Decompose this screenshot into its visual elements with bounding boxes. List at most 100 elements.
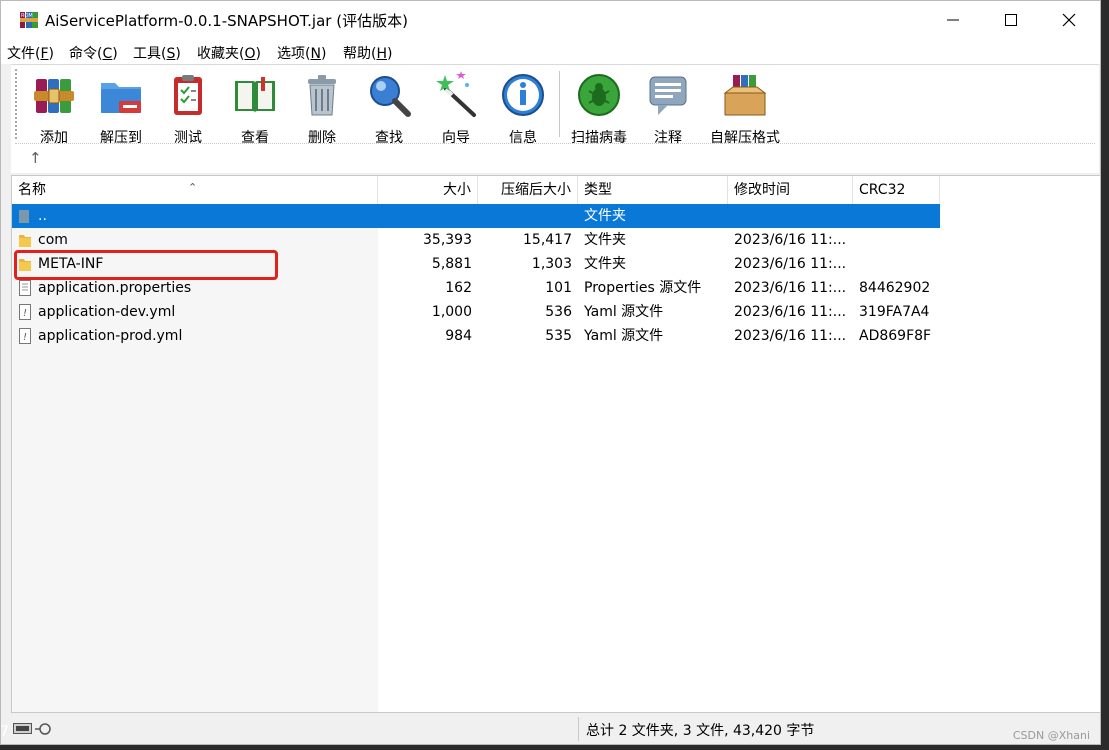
maximize-button[interactable] bbox=[982, 1, 1040, 38]
add-button[interactable]: 添加 bbox=[22, 71, 86, 147]
yaml-file-icon: ! bbox=[19, 328, 31, 344]
extract-to-button[interactable]: 解压到 bbox=[89, 71, 153, 147]
status-divider bbox=[578, 717, 579, 741]
self-extract-box-icon bbox=[723, 75, 767, 116]
up-folder-icon[interactable]: ↑ bbox=[29, 149, 42, 167]
toolbar-grip bbox=[15, 69, 19, 139]
extract-to-label: 解压到 bbox=[100, 130, 142, 146]
trash-can-icon bbox=[308, 75, 336, 116]
file-name: com bbox=[38, 232, 68, 248]
column-header-name-label: 名称 bbox=[18, 182, 46, 198]
column-header-type-label: 类型 bbox=[584, 182, 612, 198]
svg-text:!: ! bbox=[23, 332, 27, 343]
table-row[interactable]: ! application-prod.yml 984 535 Yaml 源文件 … bbox=[12, 324, 940, 348]
file-size: 5,881 bbox=[431, 256, 472, 272]
menu-help[interactable]: 帮助(H) bbox=[343, 43, 392, 63]
find-label: 查找 bbox=[375, 130, 403, 146]
info-button[interactable]: 信息 bbox=[491, 71, 555, 147]
sfx-label: 自解压格式 bbox=[710, 130, 780, 146]
column-header-modified-label: 修改时间 bbox=[734, 182, 790, 198]
file-packed: 15,417 bbox=[523, 232, 572, 248]
status-icons bbox=[13, 723, 51, 735]
file-list: 名称 ⌃ 大小 压缩后大小 类型 修改时间 CRC32 .. 文件夹 com 3… bbox=[11, 175, 1100, 713]
toolbar-divider bbox=[15, 143, 1095, 144]
file-crc: 84462902 bbox=[859, 280, 931, 296]
file-packed: 535 bbox=[545, 328, 572, 344]
menu-options[interactable]: 选项(N) bbox=[277, 43, 326, 63]
toolbar: 添加 解压到 测试 查看 删除 查找 向导 信息 扫描病毒 注释 自解压格式 ↑ bbox=[11, 64, 1099, 173]
svg-text:!: ! bbox=[23, 308, 27, 319]
scan-virus-label: 扫描病毒 bbox=[571, 130, 627, 146]
file-packed: 536 bbox=[545, 304, 572, 320]
add-archive-icon bbox=[34, 79, 74, 113]
file-modified: 2023/6/16 11:... bbox=[734, 328, 847, 344]
minimize-button[interactable] bbox=[924, 1, 982, 38]
file-size: 35,393 bbox=[423, 232, 472, 248]
file-packed bbox=[478, 204, 572, 228]
view-button[interactable]: 查看 bbox=[223, 71, 287, 147]
delete-label: 删除 bbox=[308, 130, 336, 146]
close-icon bbox=[1062, 13, 1076, 26]
comment-label: 注释 bbox=[654, 130, 682, 146]
table-row[interactable]: .. 文件夹 bbox=[12, 204, 940, 228]
file-type: Yaml 源文件 bbox=[584, 328, 664, 344]
status-summary: 总计 2 文件夹, 3 文件, 43,420 字节 bbox=[586, 723, 815, 739]
scan-virus-button[interactable]: 扫描病毒 bbox=[567, 71, 631, 147]
find-button[interactable]: 查找 bbox=[357, 71, 421, 147]
file-packed: 101 bbox=[545, 280, 572, 296]
file-modified: 2023/6/16 11:... bbox=[734, 256, 847, 272]
file-crc: AD869F8F bbox=[859, 328, 932, 344]
winrar-app-icon: ROM bbox=[20, 12, 38, 28]
file-size: 162 bbox=[445, 280, 472, 296]
comment-bubble-icon bbox=[649, 76, 687, 115]
menu-file[interactable]: 文件(F) bbox=[7, 43, 54, 63]
table-row[interactable]: ! application-dev.yml 1,000 536 Yaml 源文件… bbox=[12, 300, 940, 324]
table-row[interactable]: com 35,393 15,417 文件夹 2023/6/16 11:... bbox=[12, 228, 940, 252]
file-modified: 2023/6/16 11:... bbox=[734, 304, 847, 320]
view-label: 查看 bbox=[241, 130, 269, 146]
parent-folder-icon bbox=[19, 210, 29, 223]
test-clipboard-icon bbox=[174, 75, 202, 115]
column-header-name[interactable]: 名称 ⌃ bbox=[12, 176, 378, 204]
column-header-modified[interactable]: 修改时间 bbox=[728, 176, 853, 204]
yaml-file-icon: ! bbox=[19, 304, 31, 320]
virus-scan-icon bbox=[578, 74, 620, 116]
test-button[interactable]: 测试 bbox=[156, 71, 220, 147]
file-size bbox=[378, 204, 472, 228]
file-type: Properties 源文件 bbox=[584, 280, 702, 296]
highlight-annotation bbox=[14, 250, 278, 280]
sfx-button[interactable]: 自解压格式 bbox=[707, 71, 783, 147]
toolbar-separator bbox=[559, 71, 560, 137]
file-modified: 2023/6/16 11:... bbox=[734, 280, 847, 296]
svg-text:ROM: ROM bbox=[21, 13, 33, 19]
text-file-icon bbox=[19, 280, 31, 296]
menu-favorites[interactable]: 收藏夹(O) bbox=[197, 43, 261, 63]
menu-commands[interactable]: 命令(C) bbox=[69, 43, 118, 63]
test-label: 测试 bbox=[174, 130, 202, 146]
magnifier-icon bbox=[370, 76, 411, 117]
sort-ascending-icon: ⌃ bbox=[188, 181, 198, 194]
close-button[interactable] bbox=[1040, 1, 1098, 38]
status-bar: 总计 2 文件夹, 3 文件, 43,420 字节 CSDN @Xhani bbox=[1, 714, 1100, 744]
file-name: .. bbox=[38, 208, 47, 224]
delete-button[interactable]: 删除 bbox=[290, 71, 354, 147]
file-name: application-prod.yml bbox=[38, 328, 183, 344]
magic-wand-icon bbox=[436, 71, 476, 117]
wizard-button[interactable]: 向导 bbox=[424, 71, 488, 147]
file-modified: 2023/6/16 11:... bbox=[734, 232, 847, 248]
add-label: 添加 bbox=[40, 130, 68, 146]
comment-button[interactable]: 注释 bbox=[636, 71, 700, 147]
maximize-icon bbox=[1005, 13, 1017, 26]
file-packed: 1,303 bbox=[531, 256, 572, 272]
column-header-size[interactable]: 大小 bbox=[378, 176, 478, 204]
wizard-label: 向导 bbox=[442, 130, 470, 146]
file-crc: 319FA7A4 bbox=[859, 304, 930, 320]
title-bar[interactable]: ROM AiServicePlatform-0.0.1-SNAPSHOT.jar… bbox=[1, 1, 1100, 38]
file-name: application-dev.yml bbox=[38, 304, 176, 320]
column-header-packed[interactable]: 压缩后大小 bbox=[478, 176, 578, 204]
winrar-window: ROM AiServicePlatform-0.0.1-SNAPSHOT.jar… bbox=[0, 0, 1101, 745]
file-size: 1,000 bbox=[431, 304, 472, 320]
column-header-crc[interactable]: CRC32 bbox=[853, 176, 940, 204]
menu-tools[interactable]: 工具(S) bbox=[133, 43, 181, 63]
column-header-type[interactable]: 类型 bbox=[578, 176, 728, 204]
